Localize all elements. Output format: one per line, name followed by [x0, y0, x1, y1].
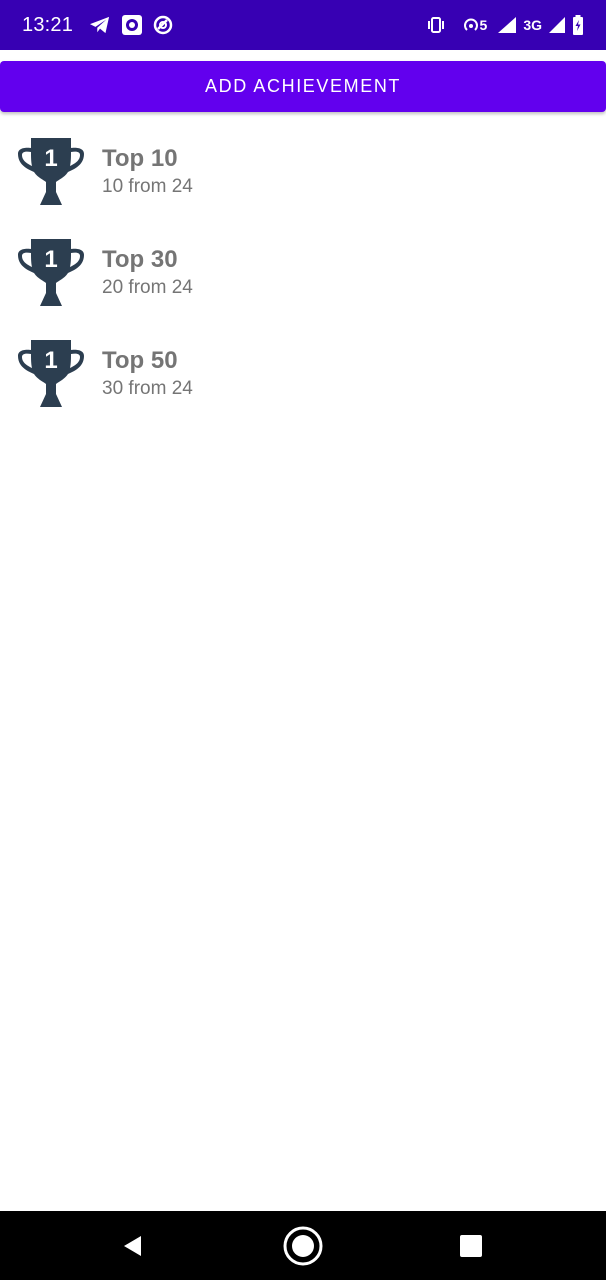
- list-item[interactable]: 1 Top 50 30 from 24: [0, 330, 606, 431]
- trophy-badge: 1: [44, 347, 57, 374]
- trophy-badge: 1: [44, 145, 57, 172]
- back-button[interactable]: [93, 1211, 173, 1280]
- trophy-icon: 1: [18, 138, 84, 205]
- status-time: 13:21: [22, 13, 74, 36]
- achievement-title: Top 10: [102, 145, 178, 172]
- list-item[interactable]: 1 Top 10 10 from 24: [0, 128, 606, 229]
- at-sign-icon: [153, 15, 173, 35]
- battery-charging-icon: [572, 15, 584, 35]
- notification-icons: [89, 14, 173, 36]
- achievement-title: Top 30: [102, 246, 178, 273]
- home-icon: [283, 1226, 323, 1265]
- camera-record-icon: [121, 14, 143, 36]
- vibrate-icon: [426, 16, 446, 34]
- recents-button[interactable]: [431, 1211, 511, 1280]
- achievement-text: Top 30 20 from 24: [102, 245, 193, 300]
- mobile-signal-icon: [548, 16, 566, 34]
- hotspot-count: 5: [479, 17, 488, 33]
- status-bar: 13:21 5 3G: [0, 0, 606, 50]
- navigation-bar: [0, 1211, 606, 1280]
- wifi-signal-icon: [497, 16, 517, 34]
- app-screen: 13:21 5 3G ADD ACHIEVEMENT 1 Top 10 10 f…: [0, 0, 606, 1280]
- achievement-subtitle: 30 from 24: [102, 378, 193, 399]
- trophy-icon: 1: [18, 340, 84, 407]
- achievement-title: Top 50: [102, 347, 178, 374]
- recents-icon: [460, 1234, 482, 1257]
- achievement-text: Top 50 30 from 24: [102, 346, 193, 401]
- list-item[interactable]: 1 Top 30 20 from 24: [0, 229, 606, 330]
- system-status-icons: 5 3G: [426, 15, 584, 35]
- hotspot-icon: 5: [462, 16, 488, 34]
- network-type: 3G: [523, 17, 542, 33]
- achievement-subtitle: 20 from 24: [102, 277, 193, 298]
- back-icon: [124, 1235, 141, 1256]
- achievement-text: Top 10 10 from 24: [102, 144, 193, 199]
- telegram-icon: [89, 15, 111, 35]
- home-button[interactable]: [263, 1211, 343, 1280]
- achievement-list: 1 Top 10 10 from 24 1 Top 30 20 from 24 …: [0, 128, 606, 431]
- trophy-icon: 1: [18, 239, 84, 306]
- achievement-subtitle: 10 from 24: [102, 176, 193, 197]
- trophy-badge: 1: [44, 246, 57, 273]
- add-achievement-button[interactable]: ADD ACHIEVEMENT: [0, 61, 606, 112]
